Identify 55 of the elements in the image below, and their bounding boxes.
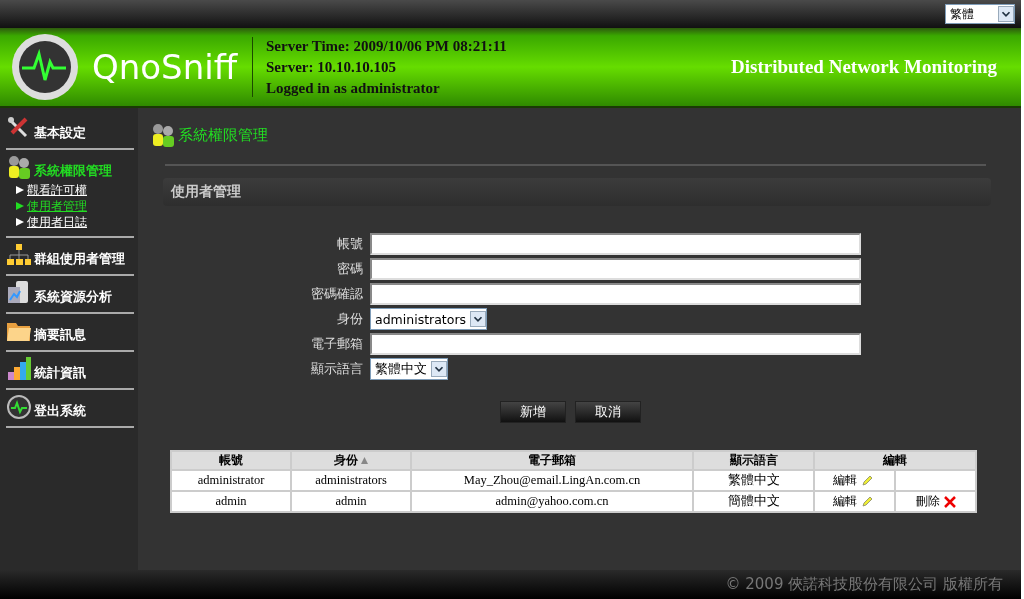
- table-cell: May_Zhou@email.LingAn.com.cn: [411, 470, 693, 491]
- sidebar-item[interactable]: 登出系統: [34, 403, 86, 420]
- logo-icon: [10, 32, 80, 102]
- sidebar-subitem[interactable]: 使用者管理: [27, 198, 87, 214]
- section-title: 使用者管理: [171, 183, 241, 201]
- field-label: 顯示語言: [310, 360, 363, 378]
- table-cell: admin@yahoo.com.cn: [411, 491, 693, 512]
- sidebar-subitem[interactable]: 使用者日誌: [27, 214, 87, 230]
- column-header[interactable]: 編輯: [814, 451, 976, 470]
- input-field[interactable]: [370, 233, 861, 255]
- field-label: 身份: [336, 310, 363, 328]
- sidebar-item[interactable]: 系統權限管理: [34, 163, 112, 180]
- close-icon: [944, 495, 956, 508]
- sidebar-item[interactable]: 群組使用者管理: [34, 251, 125, 268]
- sidebar-subitem[interactable]: 觀看許可權: [27, 182, 87, 198]
- select-field[interactable]: 繁體中文: [370, 358, 448, 380]
- form-button[interactable]: 新增: [500, 401, 566, 423]
- server-address: Server: 10.10.10.105: [266, 58, 397, 76]
- input-field[interactable]: [370, 283, 861, 305]
- sidebar-item[interactable]: 系統資源分析: [34, 289, 112, 306]
- pencil-icon: [861, 495, 873, 508]
- field-label: 密碼: [336, 260, 363, 278]
- table-cell: 簡體中文: [693, 491, 814, 512]
- sidebar-item[interactable]: 摘要訊息: [34, 327, 86, 344]
- field-label: 電子郵箱: [310, 335, 363, 353]
- field-label: 密碼確認: [310, 285, 363, 303]
- tagline: Distributed Network Monitoring: [731, 56, 997, 78]
- select-field[interactable]: administrators: [370, 308, 488, 330]
- form-button[interactable]: 取消: [575, 401, 641, 423]
- table-cell: admin: [171, 491, 291, 512]
- page-title: 系統權限管理: [178, 125, 268, 145]
- column-header[interactable]: 電子郵箱: [411, 451, 693, 470]
- sidebar-item[interactable]: 統計資訊: [34, 365, 86, 382]
- column-header[interactable]: 帳號: [171, 451, 291, 470]
- table-cell: 繁體中文: [693, 470, 814, 491]
- login-status: Logged in as administrator: [266, 79, 441, 97]
- input-field[interactable]: [370, 333, 861, 355]
- logo-text: QnoSniff: [92, 47, 239, 87]
- column-header[interactable]: 身份: [291, 451, 411, 470]
- pencil-icon: [861, 474, 873, 487]
- bar-chart-icon: [6, 356, 32, 382]
- users-icon: [6, 154, 32, 180]
- table-cell: admin: [291, 491, 411, 512]
- copyright-text: © 2009 俠諾科技股份有限公司 版權所有: [725, 575, 1003, 594]
- table-cell: administrators: [291, 470, 411, 491]
- server-time: Server Time: 2009/10/06 PM 08:21:11: [266, 37, 507, 55]
- column-header[interactable]: 顯示語言: [693, 451, 814, 470]
- users-icon: [150, 122, 176, 148]
- sidebar-item[interactable]: 基本設定: [34, 125, 86, 142]
- table-cell: administrator: [171, 470, 291, 491]
- input-field[interactable]: [370, 258, 861, 280]
- heartbeat-icon: [6, 394, 32, 420]
- language-select[interactable]: 繁體: [945, 4, 1015, 24]
- field-label: 帳號: [336, 235, 363, 253]
- hierarchy-icon: [6, 242, 32, 268]
